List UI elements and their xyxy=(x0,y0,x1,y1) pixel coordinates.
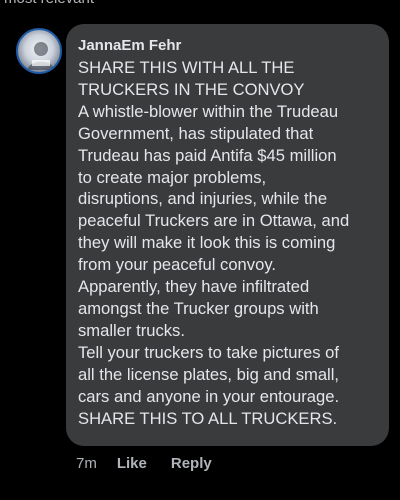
comment-line: SHARE THIS WITH ALL THE xyxy=(78,58,295,77)
comment-line: Trudeau has paid Antifa $45 million xyxy=(78,145,337,165)
profile-picture-icon xyxy=(27,42,55,70)
avatar[interactable] xyxy=(16,28,62,74)
comment-line: SHARE THIS TO ALL TRUCKERS. xyxy=(78,408,338,428)
comment-body: SHARE THIS WITH ALL THE TRUCKERS IN THE … xyxy=(78,57,379,429)
comment-bubble: JannaEm Fehr SHARE THIS WITH ALL THE TRU… xyxy=(66,24,389,446)
comment-line: TRUCKERS IN THE CONVOY xyxy=(78,79,305,99)
comment-line: they will make it look this is coming xyxy=(78,233,336,253)
comment-line: disruptions, and injuries, while the xyxy=(78,189,328,209)
comment-line: from your peaceful convoy. xyxy=(78,255,276,275)
previous-content-cutoff: most relevant xyxy=(0,0,400,8)
comment-line: all the license plates, big and small, xyxy=(78,364,340,384)
comment-line: amongst the Trucker groups with xyxy=(78,298,319,318)
comment-line: cars and anyone in your entourage. xyxy=(78,386,340,406)
comment-line: A whistle-blower within the Trudeau xyxy=(78,101,339,121)
comment-line: smaller trucks. xyxy=(78,320,185,340)
comment-line: peaceful Truckers are in Ottawa, and xyxy=(78,211,350,231)
comment-author[interactable]: JannaEm Fehr xyxy=(78,36,379,56)
comment-actions: 7m Like Reply xyxy=(76,452,236,474)
like-button[interactable]: Like xyxy=(117,455,147,472)
comment-line: Apparently, they have infiltrated xyxy=(78,277,310,297)
comment-line: Government, has stipulated that xyxy=(78,123,314,143)
comment-line: to create major problems, xyxy=(78,167,267,187)
comment-line: Tell your truckers to take pictures of xyxy=(78,342,339,362)
reply-button[interactable]: Reply xyxy=(171,455,212,472)
comment-timestamp[interactable]: 7m xyxy=(76,455,97,472)
